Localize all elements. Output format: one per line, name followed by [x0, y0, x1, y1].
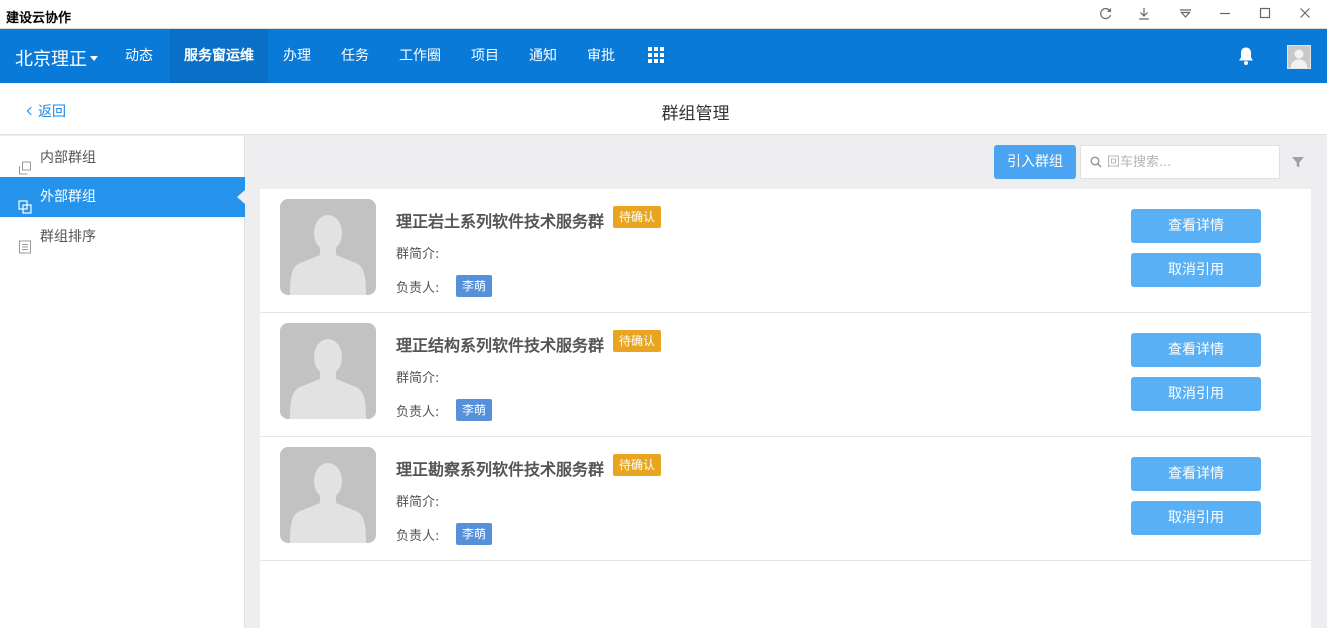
close-icon[interactable]: [1295, 4, 1315, 22]
nav-item-tasks[interactable]: 任务: [328, 29, 382, 83]
caret-down-icon: [90, 55, 98, 61]
view-details-button[interactable]: 查看详情: [1131, 457, 1261, 491]
sidebar-item-group-sort[interactable]: 群组排序: [0, 217, 245, 257]
nav-item-service-ops[interactable]: 服务窗运维: [170, 29, 268, 83]
bell-icon[interactable]: [1237, 46, 1255, 66]
list-item: 理正勘察系列软件技术服务群 待确认 群简介: 负责人: 李萌 查看详情 取消引用: [260, 437, 1311, 561]
window-titlebar: 建设云协作: [0, 0, 1327, 29]
cancel-reference-button[interactable]: 取消引用: [1131, 501, 1261, 535]
download-icon[interactable]: [1134, 4, 1154, 22]
nav-item-handle[interactable]: 办理: [270, 29, 324, 83]
status-badge: 待确认: [613, 206, 662, 228]
top-navigation: 北京理正 动态 服务窗运维 办理 任务 工作圈 项目 通知 审批: [0, 29, 1327, 83]
search-box: [1080, 145, 1280, 179]
sidebar-item-label: 群组排序: [40, 229, 96, 245]
filter-icon[interactable]: [1291, 155, 1305, 169]
brand-label: 北京理正: [15, 49, 87, 70]
nav-item-notifications[interactable]: 通知: [516, 29, 570, 83]
status-badge: 待确认: [613, 330, 662, 352]
user-avatar[interactable]: [1287, 45, 1311, 69]
nav-item-projects[interactable]: 项目: [458, 29, 512, 83]
maximize-icon[interactable]: [1255, 4, 1275, 22]
group-avatar: [280, 199, 376, 295]
search-input[interactable]: [1107, 146, 1277, 178]
nav-item-approval[interactable]: 审批: [574, 29, 628, 83]
brand-switcher[interactable]: 北京理正: [15, 45, 98, 71]
search-icon: [1090, 156, 1102, 168]
sidebar-item-label: 外部群组: [40, 189, 96, 205]
page-header: 返回 群组管理: [0, 83, 1327, 135]
group-intro-label: 群简介:: [396, 495, 440, 510]
nav-item-work-circle[interactable]: 工作圈: [389, 29, 451, 83]
view-details-button[interactable]: 查看详情: [1131, 209, 1261, 243]
group-avatar: [280, 447, 376, 543]
group-avatar: [280, 323, 376, 419]
cancel-reference-button[interactable]: 取消引用: [1131, 253, 1261, 287]
app-title: 建设云协作: [6, 11, 72, 26]
sidebar-item-internal-groups[interactable]: 内部群组: [0, 138, 245, 178]
apps-grid-icon[interactable]: [648, 47, 666, 63]
view-details-button[interactable]: 查看详情: [1131, 333, 1261, 367]
list-item: 理正结构系列软件技术服务群 待确认 群简介: 负责人: 李萌 查看详情 取消引用: [260, 313, 1311, 437]
sidebar-item-label: 内部群组: [40, 150, 96, 166]
group-name: 理正岩土系列软件技术服务群: [396, 212, 605, 231]
list-item: 理正岩土系列软件技术服务群 待确认 群简介: 负责人: 李萌 查看详情 取消引用: [260, 189, 1311, 313]
refresh-icon[interactable]: [1095, 4, 1115, 22]
group-list: 理正岩土系列软件技术服务群 待确认 群简介: 负责人: 李萌 查看详情 取消引用…: [260, 189, 1311, 628]
owner-label: 负责人:: [396, 529, 440, 544]
dropdown-icon[interactable]: [1175, 4, 1195, 22]
owner-label: 负责人:: [396, 405, 440, 420]
minimize-icon[interactable]: [1215, 4, 1235, 22]
group-icon: [18, 151, 32, 175]
nav-item-dynamics[interactable]: 动态: [112, 29, 166, 83]
group-name: 理正勘察系列软件技术服务群: [396, 460, 605, 479]
sidebar: 内部群组 外部群组 群组排序: [0, 136, 245, 628]
owner-tag: 李萌: [456, 275, 493, 297]
sort-list-icon: [18, 230, 32, 254]
group-intro-label: 群简介:: [396, 371, 440, 386]
group-intro-label: 群简介:: [396, 247, 440, 262]
import-group-button[interactable]: 引入群组: [994, 145, 1076, 179]
cancel-reference-button[interactable]: 取消引用: [1131, 377, 1261, 411]
owner-tag: 李萌: [456, 399, 493, 421]
status-badge: 待确认: [613, 454, 662, 476]
sidebar-item-external-groups[interactable]: 外部群组: [0, 177, 245, 217]
owner-label: 负责人:: [396, 281, 440, 296]
group-name: 理正结构系列软件技术服务群: [396, 336, 605, 355]
page-title: 群组管理: [661, 104, 730, 124]
external-group-icon: [18, 190, 32, 214]
owner-tag: 李萌: [456, 523, 493, 545]
